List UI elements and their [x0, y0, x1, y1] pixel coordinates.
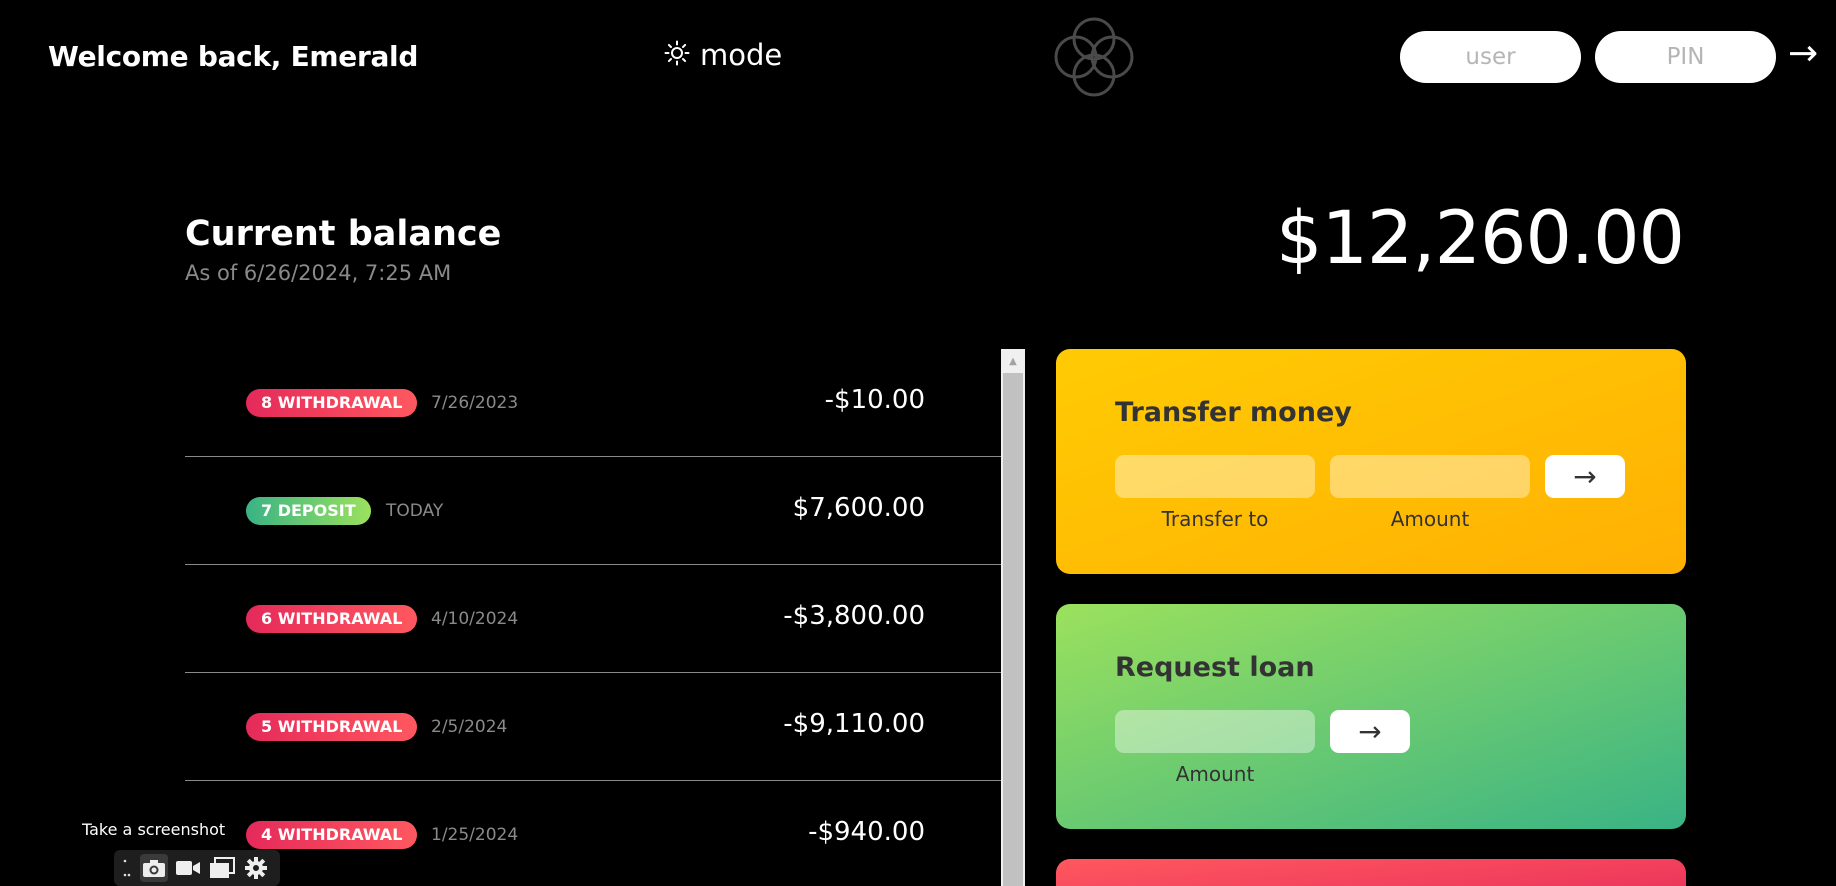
movement-type-badge: 6 WITHDRAWAL: [246, 605, 418, 633]
movement-date: 2/5/2024: [431, 717, 508, 737]
scroll-up-icon[interactable]: ▲: [1001, 349, 1025, 373]
movement-amount: -$10.00: [824, 385, 925, 415]
movement-row: 4 WITHDRAWAL 1/25/2024 -$940.00: [185, 781, 1001, 886]
movement-date: 1/25/2024: [431, 825, 519, 845]
movements-list[interactable]: 8 WITHDRAWAL 7/26/2023 -$10.00 7 DEPOSIT…: [185, 349, 1025, 886]
user-input[interactable]: [1400, 31, 1581, 83]
mode-toggle[interactable]: mode: [664, 38, 782, 72]
movement-date: 7/26/2023: [431, 393, 519, 413]
welcome-message: Welcome back, Emerald: [48, 40, 419, 73]
movement-amount: -$940.00: [808, 817, 925, 847]
loan-amount-input[interactable]: [1115, 710, 1315, 753]
login-button[interactable]: →: [1788, 36, 1818, 72]
movement-type-badge: 8 WITHDRAWAL: [246, 389, 418, 417]
transfer-amount-label: Amount: [1390, 507, 1470, 531]
mode-label: mode: [700, 38, 783, 72]
close-account-panel: [1056, 859, 1686, 886]
movement-date: TODAY: [386, 501, 444, 521]
transfer-panel: Transfer money → Transfer to Amount: [1056, 349, 1686, 574]
sun-icon: [664, 40, 690, 70]
windows-icon[interactable]: [208, 854, 236, 882]
loan-amount-label: Amount: [1175, 762, 1255, 786]
movement-row: 7 DEPOSIT TODAY $7,600.00: [185, 457, 1001, 565]
camera-icon[interactable]: [140, 854, 168, 882]
scrollbar[interactable]: ▲: [1001, 349, 1025, 886]
loan-title: Request loan: [1115, 652, 1315, 683]
movement-date: 4/10/2024: [431, 609, 519, 629]
video-icon[interactable]: [174, 854, 202, 882]
transfer-submit-button[interactable]: →: [1545, 455, 1625, 498]
dots-icon[interactable]: [120, 854, 134, 882]
transfer-amount-input[interactable]: [1330, 455, 1530, 498]
movement-row: 5 WITHDRAWAL 2/5/2024 -$9,110.00: [185, 673, 1001, 781]
balance-value: $12,260.00: [1276, 196, 1685, 281]
loan-panel: Request loan → Amount: [1056, 604, 1686, 829]
scroll-thumb[interactable]: [1003, 373, 1023, 886]
movement-type-badge: 4 WITHDRAWAL: [246, 821, 418, 849]
logo-icon: [1052, 16, 1136, 98]
movement-type-badge: 7 DEPOSIT: [246, 497, 371, 525]
movement-row: 6 WITHDRAWAL 4/10/2024 -$3,800.00: [185, 565, 1001, 673]
pin-input[interactable]: [1595, 31, 1776, 83]
movement-amount: -$9,110.00: [783, 709, 925, 739]
transfer-to-label: Transfer to: [1161, 507, 1269, 531]
transfer-title: Transfer money: [1115, 397, 1352, 428]
loan-submit-button[interactable]: →: [1330, 710, 1410, 753]
movement-amount: -$3,800.00: [783, 601, 925, 631]
gear-icon[interactable]: [242, 854, 270, 882]
transfer-to-input[interactable]: [1115, 455, 1315, 498]
screenshot-tooltip: Take a screenshot: [82, 820, 226, 839]
movement-amount: $7,600.00: [792, 493, 925, 523]
balance-label: Current balance: [185, 214, 502, 254]
movement-type-badge: 5 WITHDRAWAL: [246, 713, 418, 741]
screenshot-toolbar: [114, 850, 280, 886]
balance-date: As of 6/26/2024, 7:25 AM: [185, 261, 452, 285]
movement-row: 8 WITHDRAWAL 7/26/2023 -$10.00: [185, 349, 1001, 457]
